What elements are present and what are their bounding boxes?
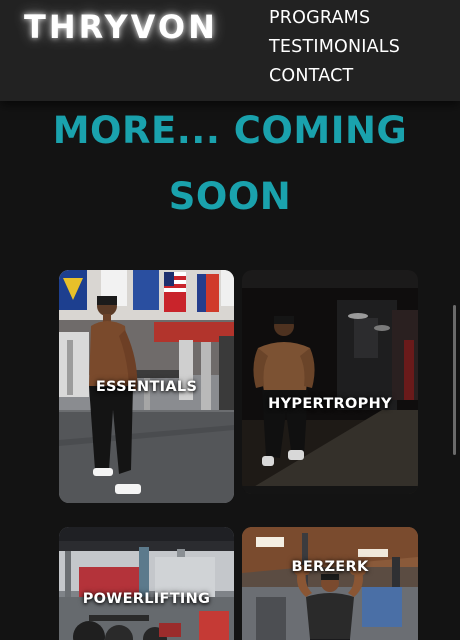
nav-programs[interactable]: PROGRAMS (269, 4, 400, 33)
heading-line-1: MORE... COMING (52, 109, 408, 152)
program-card-hypertrophy[interactable]: HYPERTROPHY (242, 270, 418, 494)
program-card-berzerk[interactable]: BERZERK (242, 527, 418, 640)
page: THRYVON PROGRAMS TESTIMONIALS CONTACT MO… (0, 0, 460, 640)
powerlifting-photo (59, 527, 234, 640)
main-nav: PROGRAMS TESTIMONIALS CONTACT (269, 4, 400, 91)
berzerk-photo (242, 527, 418, 640)
nav-testimonials[interactable]: TESTIMONIALS (269, 33, 400, 62)
logo[interactable]: THRYVON (24, 8, 218, 46)
card-label-essentials: ESSENTIALS (95, 379, 198, 395)
program-card-essentials[interactable]: ESSENTIALS (59, 270, 234, 503)
card-label-berzerk: BERZERK (291, 559, 369, 575)
program-card-powerlifting[interactable]: POWERLIFTING (59, 527, 234, 640)
card-label-hypertrophy: HYPERTROPHY (268, 396, 392, 412)
coming-soon-heading: MORE... COMING SOON (0, 98, 460, 230)
nav-contact[interactable]: CONTACT (269, 62, 400, 91)
card-label-powerlifting: POWERLIFTING (82, 591, 211, 607)
site-header: THRYVON PROGRAMS TESTIMONIALS CONTACT (0, 0, 460, 101)
heading-line-2: SOON (168, 175, 292, 218)
scrollbar[interactable] (453, 305, 456, 455)
hypertrophy-photo (242, 270, 418, 494)
